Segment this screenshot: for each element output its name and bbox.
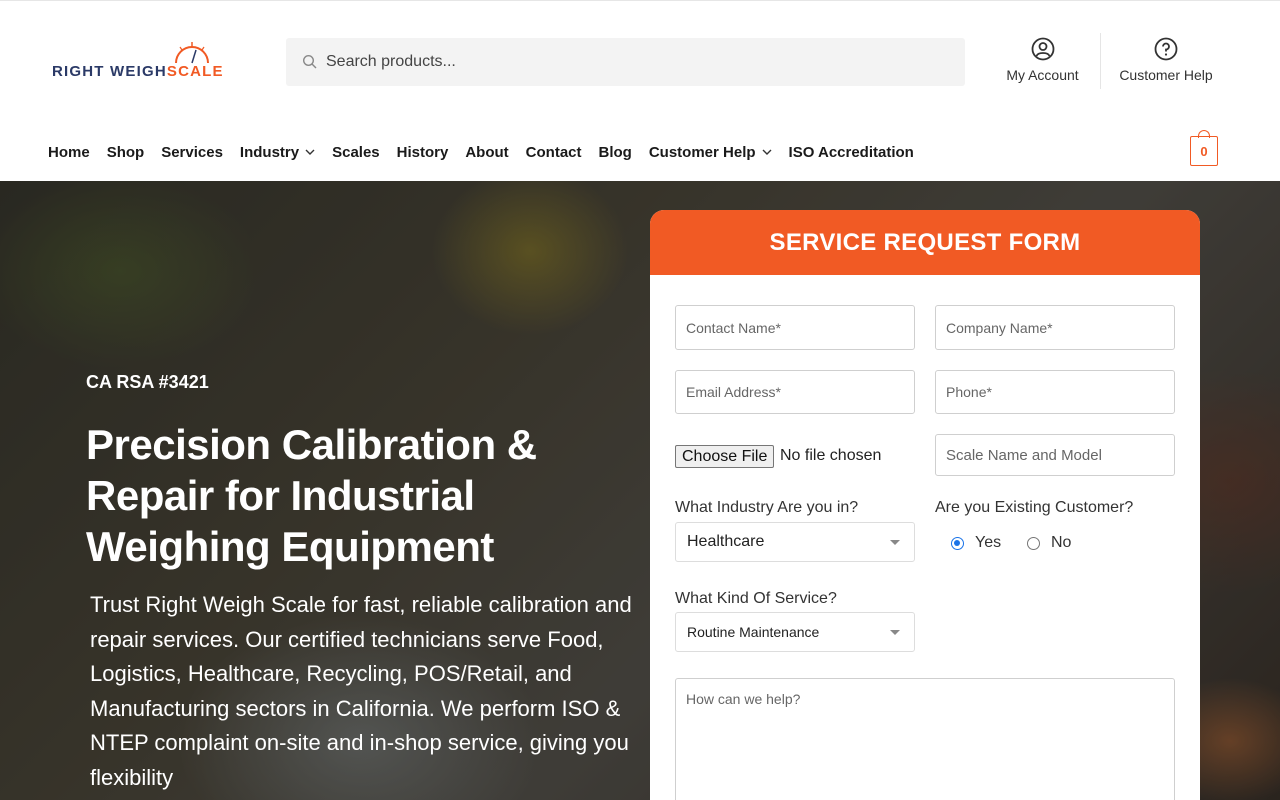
service-kind-value: Routine Maintenance bbox=[687, 624, 820, 640]
nav-label: History bbox=[396, 143, 449, 161]
service-kind-select[interactable]: Routine Maintenance bbox=[675, 612, 915, 652]
nav-label: Home bbox=[48, 143, 90, 161]
cart-count: 0 bbox=[1200, 144, 1208, 159]
nav-customer-help[interactable]: Customer Help bbox=[649, 144, 772, 161]
service-kind-label: What Kind Of Service? bbox=[675, 590, 837, 607]
nav-services[interactable]: Services bbox=[161, 144, 223, 161]
nav-label: Contact bbox=[525, 143, 582, 161]
chevron-down-icon bbox=[762, 149, 772, 155]
industry-label: What Industry Are you in? bbox=[675, 499, 859, 516]
radio-existing-no[interactable]: No bbox=[1027, 534, 1071, 552]
phone-field[interactable] bbox=[935, 370, 1175, 414]
nav-label: Customer Help bbox=[648, 143, 756, 161]
my-account-link[interactable]: My Account bbox=[995, 37, 1090, 83]
hero-description: Trust Right Weigh Scale for fast, reliab… bbox=[90, 592, 632, 790]
scale-model-field[interactable] bbox=[935, 434, 1175, 476]
header-divider bbox=[1100, 33, 1101, 89]
nav-industry[interactable]: Industry bbox=[240, 144, 315, 161]
chevron-down-icon bbox=[305, 149, 315, 155]
existing-customer-label: Are you Existing Customer? bbox=[935, 499, 1134, 516]
user-icon bbox=[1031, 37, 1054, 61]
form-title: SERVICE REQUEST FORM bbox=[650, 210, 1200, 275]
nav-history[interactable]: History bbox=[397, 144, 449, 161]
radio-selected-icon bbox=[951, 536, 964, 550]
my-account-label: My Account bbox=[1006, 67, 1079, 83]
cart-bag-icon bbox=[1198, 130, 1210, 138]
industry-select[interactable]: Healthcare bbox=[675, 522, 915, 562]
email-field[interactable] bbox=[675, 370, 915, 414]
main-nav: Home Shop Services Industry Scales Histo… bbox=[48, 141, 931, 163]
nav-blog[interactable]: Blog bbox=[599, 144, 632, 161]
nav-label: Blog bbox=[598, 143, 632, 161]
file-status: No file chosen bbox=[780, 447, 882, 464]
scale-dial-icon bbox=[175, 42, 209, 64]
industry-value: Healthcare bbox=[687, 533, 765, 550]
site-header: RIGHT WEIGHSCALE My Account Customer Hel… bbox=[0, 0, 1280, 181]
dropdown-arrow-icon bbox=[890, 630, 900, 635]
radio-yes-label: Yes bbox=[975, 534, 1002, 551]
customer-help-link[interactable]: Customer Help bbox=[1110, 37, 1222, 83]
search-input[interactable] bbox=[326, 38, 946, 86]
company-name-field[interactable] bbox=[935, 305, 1175, 350]
service-request-form: SERVICE REQUEST FORM Choose File No file… bbox=[650, 210, 1200, 800]
contact-name-field[interactable] bbox=[675, 305, 915, 350]
hero-headline: Precision Calibration & Repair for Indus… bbox=[86, 421, 537, 570]
nav-label: ISO Accreditation bbox=[788, 143, 914, 161]
nav-scales[interactable]: Scales bbox=[332, 144, 380, 161]
logo-text-accent: SCALE bbox=[166, 63, 224, 80]
nav-label: Scales bbox=[332, 143, 380, 161]
dropdown-arrow-icon bbox=[890, 540, 900, 545]
customer-help-label: Customer Help bbox=[1119, 67, 1213, 83]
nav-iso-accreditation[interactable]: ISO Accreditation bbox=[789, 144, 914, 161]
cart-button[interactable]: 0 bbox=[1190, 130, 1218, 166]
logo-text-primary: RIGHT WEIGH bbox=[52, 63, 167, 80]
site-logo[interactable]: RIGHT WEIGHSCALE bbox=[52, 41, 236, 81]
nav-about[interactable]: About bbox=[465, 144, 508, 161]
hero-section: CA RSA #3421 Precision Calibration & Rep… bbox=[0, 181, 1280, 800]
nav-contact[interactable]: Contact bbox=[526, 144, 582, 161]
radio-no-label: No bbox=[1051, 534, 1072, 551]
help-icon bbox=[1154, 37, 1178, 61]
rsa-number: CA RSA #3421 bbox=[86, 372, 209, 392]
nav-label: About bbox=[465, 143, 509, 161]
search-bar bbox=[286, 38, 965, 86]
nav-label: Industry bbox=[239, 143, 300, 161]
radio-existing-yes[interactable]: Yes bbox=[951, 534, 1001, 552]
nav-home[interactable]: Home bbox=[48, 144, 90, 161]
search-icon bbox=[302, 54, 317, 69]
nav-label: Shop bbox=[106, 143, 145, 161]
radio-unselected-icon bbox=[1027, 536, 1040, 550]
choose-file-button[interactable]: Choose File bbox=[675, 445, 775, 468]
message-field[interactable] bbox=[675, 678, 1175, 800]
nav-label: Services bbox=[161, 143, 223, 161]
nav-shop[interactable]: Shop bbox=[107, 144, 145, 161]
